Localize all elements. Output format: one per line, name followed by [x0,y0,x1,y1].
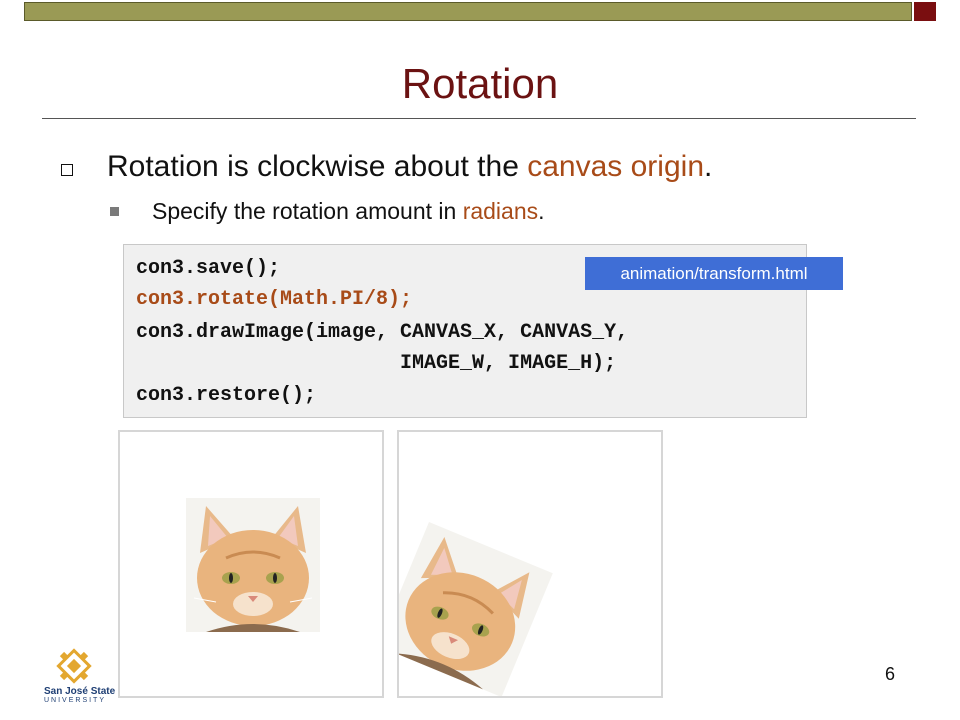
code-line: con3.drawImage(image, CANVAS_X, CANVAS_Y… [136,321,629,344]
code-line: con3.restore(); [136,384,317,407]
logo-subwordmark: UNIVERSITY [44,697,107,704]
slide-title: Rotation [401,60,559,107]
bullet-level2-text: Specify the rotation amount in radians. [152,198,545,225]
code-line: con3.save(); [136,257,281,280]
code-line-highlighted: con3.rotate(Math.PI/8); [136,288,413,311]
bullet2-text-before: Specify the rotation amount in [152,198,463,224]
bullet1-text-after: . [704,150,713,183]
top-decorative-bar-end [914,2,936,21]
cat-image-rotated [399,522,553,696]
title-divider [42,118,916,119]
bullet2-text-after: . [538,198,545,224]
canvas-panel-rotated [397,430,663,698]
hollow-square-bullet-icon [61,164,73,176]
canvas-panel-original [118,430,384,698]
sjsu-logo-icon [44,648,104,691]
file-path-tag: animation/transform.html [585,257,843,290]
logo-wordmark: San José State [44,686,116,697]
page-number: 6 [885,664,896,684]
top-decorative-bar [24,2,912,21]
bullet1-highlight: canvas origin [527,150,704,183]
code-line: IMAGE_W, IMAGE_H); [136,352,617,375]
cat-image-original [186,498,320,632]
bullet2-highlight: radians [462,198,539,224]
bullet-level1-text: Rotation is clockwise about the canvas o… [107,150,712,184]
filled-square-bullet-icon [110,207,119,216]
bullet1-text-before: Rotation is clockwise about the [107,150,528,183]
